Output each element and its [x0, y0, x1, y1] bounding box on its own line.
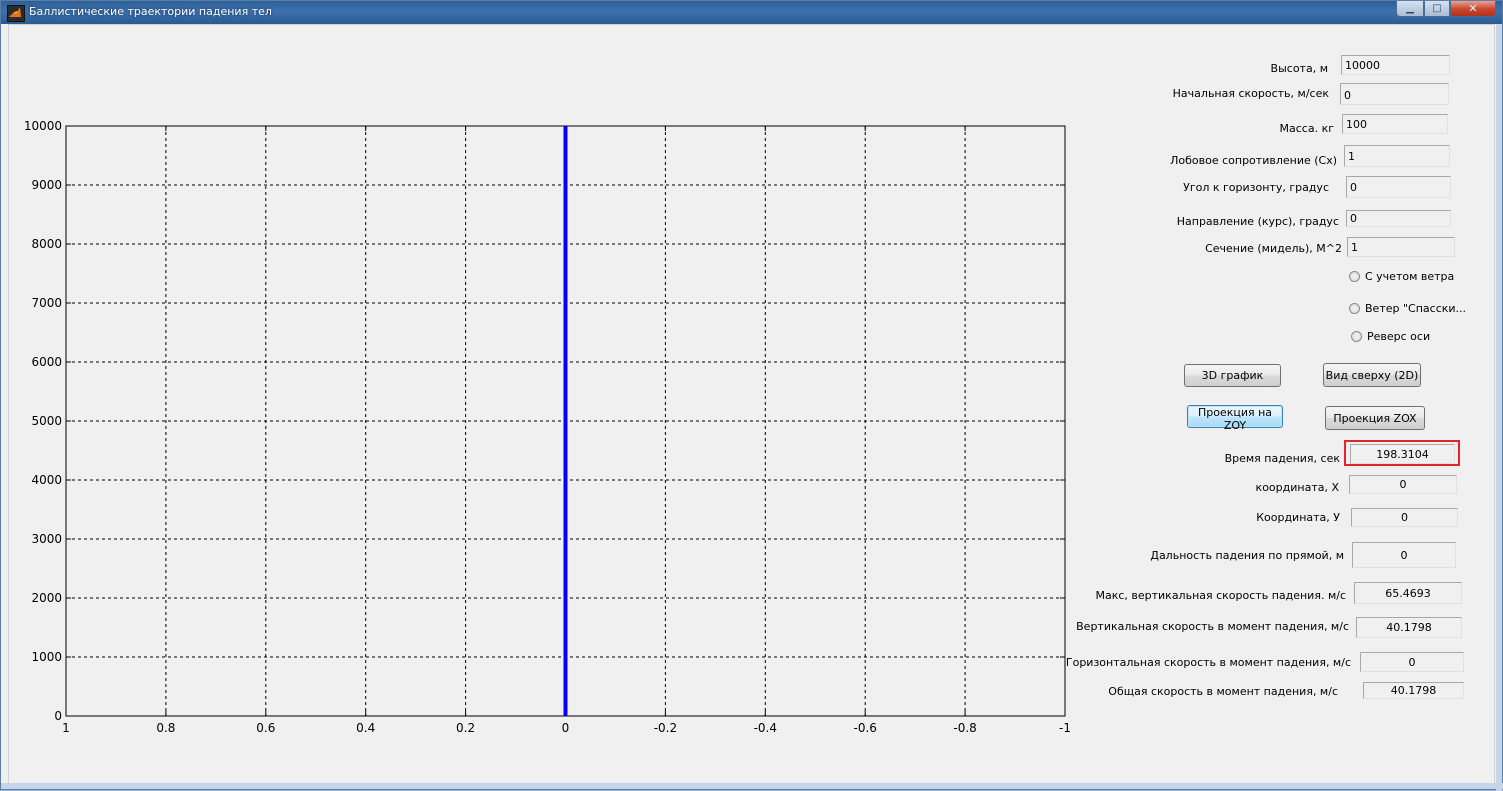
course-label: Направление (курс), градус — [1176, 215, 1339, 228]
cross-section-label: Сечение (мидель), М^2 — [1205, 242, 1342, 255]
radio-icon — [1349, 271, 1360, 282]
axis-reverse-option[interactable]: Реверс оси — [1351, 330, 1430, 343]
coord-x-label: координата, Х — [1255, 481, 1339, 494]
range-output[interactable] — [1352, 542, 1456, 568]
x-tick-label: 0 — [562, 721, 570, 735]
y-tick-label: 6000 — [31, 355, 62, 369]
window-right-border — [1496, 24, 1502, 791]
x-tick-label: 0.2 — [456, 721, 475, 735]
y-tick-label: 0 — [54, 709, 62, 723]
x-tick-label: -0.8 — [953, 721, 976, 735]
impact-total-speed-label: Общая скорость в момент падения, м/с — [1108, 685, 1338, 698]
fall-time-highlight — [1344, 440, 1460, 466]
max-vertical-speed-output[interactable] — [1354, 582, 1462, 604]
impact-horizontal-speed-label: Горизонтальная скорость в момент падения… — [1065, 656, 1351, 669]
coord-x-output[interactable] — [1349, 475, 1457, 494]
wind-option-label: С учетом ветра — [1365, 270, 1455, 283]
y-tick-label: 8000 — [31, 237, 62, 251]
impact-horizontal-speed-output[interactable] — [1360, 652, 1464, 672]
x-tick-label: -1 — [1059, 721, 1071, 735]
radio-icon — [1351, 331, 1362, 342]
y-tick-label: 4000 — [31, 473, 62, 487]
spassky-wind-option-label: Ветер "Спасски... — [1365, 302, 1467, 315]
drag-coefficient-input[interactable] — [1344, 145, 1450, 167]
wind-option[interactable]: С учетом ветра — [1349, 270, 1454, 283]
close-button[interactable]: ✕ — [1450, 1, 1496, 17]
x-tick-label: -0.6 — [853, 721, 876, 735]
minimize-icon: ▁ — [1406, 3, 1414, 14]
y-tick-label: 3000 — [31, 532, 62, 546]
fall-time-label: Время падения, сек — [1224, 452, 1340, 465]
course-input[interactable] — [1346, 210, 1451, 227]
drag-coefficient-label: Лобовое сопротивление (Сх) — [1170, 154, 1337, 167]
maximize-button[interactable]: □ — [1424, 1, 1450, 17]
x-tick-label: 0.6 — [256, 721, 275, 735]
projection-zox-button[interactable]: Проекция ZOX — [1325, 406, 1425, 430]
angle-input[interactable] — [1346, 176, 1451, 198]
coord-y-label: Координата, У — [1256, 511, 1340, 524]
window-bottom-border — [1, 783, 1503, 789]
axis-reverse-option-label: Реверс оси — [1367, 330, 1431, 343]
trajectory-chart: 1 0.8 0.6 0.4 0.2 0 -0.2 -0.4 -0.6 -0.8 -1 0 1000 20… — [24, 119, 1071, 735]
top-view-button[interactable]: Вид сверху (2D) — [1323, 363, 1421, 387]
minimize-button[interactable]: ▁ — [1396, 1, 1424, 17]
y-tick-label: 5000 — [31, 414, 62, 428]
initial-speed-input[interactable] — [1340, 83, 1449, 105]
angle-label: Угол к горизонту, градус — [1183, 181, 1329, 194]
maximize-icon: □ — [1432, 3, 1442, 14]
impact-vertical-speed-output[interactable] — [1356, 617, 1462, 638]
range-label: Дальность падения по прямой, м — [1150, 549, 1344, 562]
plot-3d-button[interactable]: 3D график — [1184, 364, 1281, 387]
x-tick-label: -0.4 — [754, 721, 777, 735]
height-label: Высота, м — [1270, 62, 1328, 75]
x-tick-label: 0.4 — [356, 721, 375, 735]
radio-icon — [1349, 303, 1360, 314]
cross-section-input[interactable] — [1347, 237, 1455, 257]
app-window: Баллистические траектории падения тел ▁ … — [0, 0, 1503, 791]
coord-y-output[interactable] — [1351, 508, 1458, 527]
spassky-wind-option[interactable]: Ветер "Спасски... — [1349, 302, 1466, 315]
y-tick-label: 9000 — [31, 178, 62, 192]
mass-input[interactable] — [1342, 114, 1448, 134]
y-tick-label: 10000 — [24, 119, 62, 133]
impact-vertical-speed-label: Вертикальная скорость в момент падения, … — [1076, 620, 1349, 633]
y-tick-label: 2000 — [31, 591, 62, 605]
x-tick-label: 0.8 — [156, 721, 175, 735]
close-icon: ✕ — [1468, 2, 1478, 15]
y-tick-label: 7000 — [31, 296, 62, 310]
initial-speed-label: Начальная скорость, м/сек — [1172, 87, 1329, 100]
max-vertical-speed-label: Макс, вертикальная скорость падения. м/с — [1095, 589, 1346, 602]
y-tick-label: 1000 — [31, 650, 62, 664]
x-tick-label: -0.2 — [654, 721, 677, 735]
projection-zoy-button[interactable]: Проекция на ZOY — [1187, 405, 1283, 432]
impact-total-speed-output[interactable] — [1363, 682, 1464, 699]
mass-label: Масса. кг — [1279, 122, 1334, 135]
height-input[interactable] — [1341, 55, 1450, 75]
x-tick-label: 1 — [62, 721, 70, 735]
